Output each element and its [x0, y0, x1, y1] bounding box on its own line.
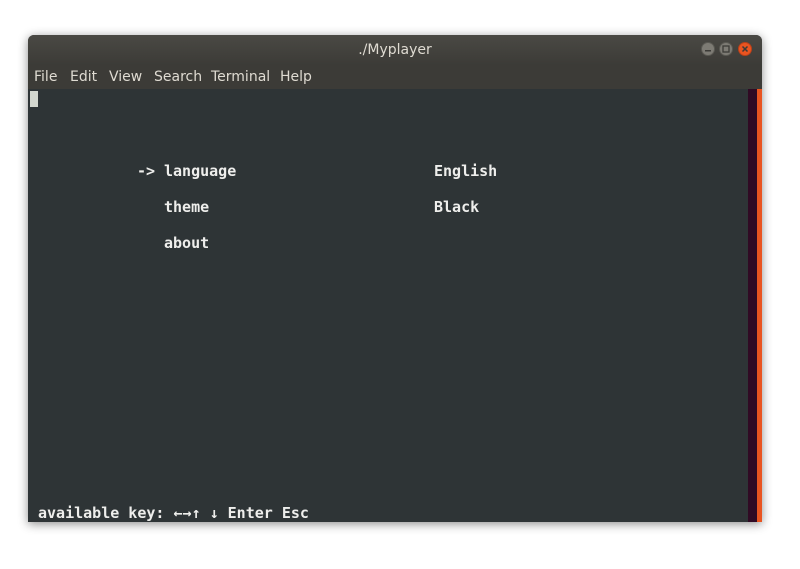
minimize-icon	[705, 50, 711, 52]
menu-file[interactable]: File	[34, 65, 57, 89]
option-theme[interactable]: theme	[164, 198, 209, 216]
terminal-window: ./Myplayer File Edit View Search Termina…	[28, 35, 762, 522]
menu-terminal[interactable]: Terminal	[211, 65, 270, 89]
scrollbar-thumb[interactable]	[757, 89, 762, 522]
maximize-button[interactable]	[719, 42, 733, 56]
window-title: ./Myplayer	[358, 42, 432, 58]
text-cursor	[30, 91, 38, 107]
option-language-value: English	[434, 162, 498, 180]
close-button[interactable]	[738, 42, 752, 56]
option-language[interactable]: language	[164, 162, 236, 180]
menu-edit[interactable]: Edit	[70, 65, 97, 89]
title-bar[interactable]: ./Myplayer	[28, 35, 762, 65]
scrollbar-track[interactable]	[748, 89, 757, 522]
menu-view[interactable]: View	[109, 65, 142, 89]
option-about[interactable]: about	[164, 234, 209, 252]
terminal-area[interactable]: -> language English theme Black about av…	[28, 89, 748, 522]
menu-bar: File Edit View Search Terminal Help	[28, 65, 762, 89]
menu-help[interactable]: Help	[280, 65, 312, 89]
key-hint: available key: ←→↑ ↓ Enter Esc	[38, 504, 309, 522]
minimize-button[interactable]	[701, 42, 715, 56]
option-theme-value: Black	[434, 198, 480, 216]
menu-search[interactable]: Search	[154, 65, 202, 89]
selection-pointer: ->	[137, 162, 156, 180]
close-icon	[741, 45, 749, 53]
maximize-icon	[722, 45, 730, 53]
